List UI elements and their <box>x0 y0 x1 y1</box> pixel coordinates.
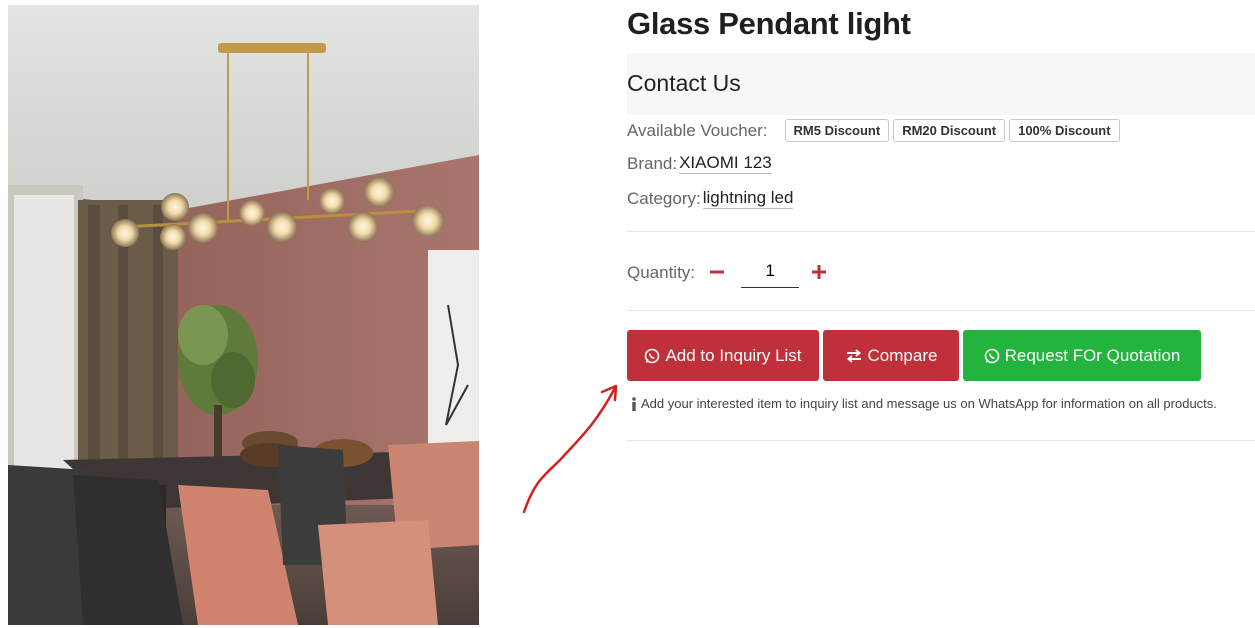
brand-label: Brand: <box>627 153 678 173</box>
action-buttons: Add to Inquiry List Compare Request FOr … <box>627 330 1205 381</box>
category-label: Category: <box>627 188 701 208</box>
quantity-label: Quantity: <box>627 263 696 282</box>
plus-icon[interactable] <box>807 260 831 286</box>
annotation-arrow-icon <box>515 380 625 525</box>
divider <box>627 440 1255 441</box>
product-image[interactable] <box>8 5 479 625</box>
whatsapp-icon <box>984 348 1000 364</box>
add-to-inquiry-button[interactable]: Add to Inquiry List <box>627 330 819 381</box>
contact-us-link[interactable]: Contact Us <box>627 70 741 97</box>
brand-link[interactable]: XIAOMI 123 <box>679 153 772 174</box>
voucher-badge[interactable]: RM20 Discount <box>893 119 1006 142</box>
add-to-inquiry-label: Add to Inquiry List <box>665 345 802 365</box>
minus-icon[interactable] <box>705 260 729 286</box>
brand-row: Brand: XIAOMI 123 <box>627 153 772 174</box>
request-quotation-button[interactable]: Request FOr Quotation <box>963 330 1201 381</box>
contact-section: Contact Us <box>627 53 1255 115</box>
voucher-row: Available Voucher: RM5 Discount RM20 Dis… <box>627 119 1124 142</box>
exchange-icon <box>845 348 863 364</box>
category-link[interactable]: lightning led <box>702 188 794 209</box>
voucher-badge[interactable]: 100% Discount <box>1009 119 1120 142</box>
info-icon <box>631 396 637 411</box>
quantity-stepper: Quantity: <box>627 258 831 288</box>
voucher-badge[interactable]: RM5 Discount <box>784 119 890 142</box>
inquiry-note-text: Add your interested item to inquiry list… <box>641 396 1217 411</box>
quantity-input[interactable] <box>741 258 800 288</box>
whatsapp-icon <box>644 348 660 364</box>
divider <box>627 310 1255 311</box>
inquiry-note: Add your interested item to inquiry list… <box>631 396 1217 411</box>
compare-label: Compare <box>867 345 938 365</box>
divider <box>627 231 1255 232</box>
compare-button[interactable]: Compare <box>823 330 959 381</box>
voucher-label: Available Voucher: <box>627 120 768 140</box>
product-title: Glass Pendant light <box>627 6 911 41</box>
request-quotation-label: Request FOr Quotation <box>1004 345 1181 365</box>
category-row: Category: lightning led <box>627 188 794 209</box>
